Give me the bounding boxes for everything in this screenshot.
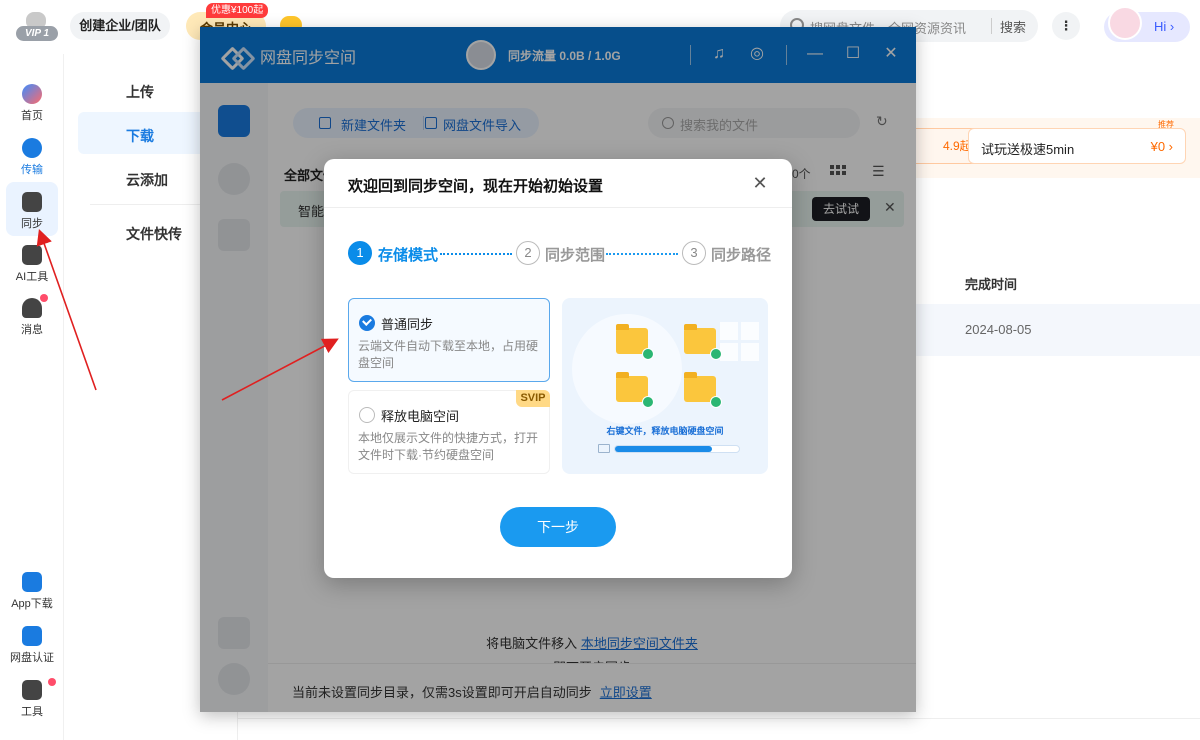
initial-setup-dialog: 欢迎回到同步空间，现在开始初始设置 ✕ 1 存储模式 2 同步范围 3 同步路径…: [324, 159, 792, 578]
radio-checked-icon[interactable]: [359, 315, 375, 331]
check-icon: [710, 396, 722, 408]
sidebar-item-home[interactable]: 首页: [0, 84, 64, 123]
step-1-number: 1: [348, 241, 372, 265]
speed-trial-price: ¥0 ›: [1150, 139, 1173, 154]
divider: [238, 718, 1200, 719]
sidebar-item-ai-tools[interactable]: AI工具: [0, 245, 64, 284]
option-title: 释放电脑空间: [381, 409, 460, 424]
close-icon[interactable]: ✕: [750, 173, 770, 194]
option-free-space[interactable]: SVIP 释放电脑空间 本地仅展示文件的快捷方式，打开文件时下载·节约硬盘空间: [348, 390, 550, 474]
verify-icon: [22, 626, 42, 646]
notification-dot: [48, 678, 56, 686]
tools-icon: [22, 680, 42, 700]
vip-badge[interactable]: VIP 1: [14, 10, 58, 42]
phone-icon: [22, 572, 42, 592]
folder-icon: [616, 324, 654, 360]
sidebar-item-verify[interactable]: 网盘认证: [0, 626, 64, 665]
notification-dot: [40, 294, 48, 302]
svip-badge: SVIP: [516, 390, 550, 407]
sidebar-item-transfer[interactable]: 传输: [0, 138, 64, 177]
step-2-number: 2: [516, 241, 540, 265]
step-3-number: 3: [682, 241, 706, 265]
sidebar-item-label: 传输: [21, 164, 43, 176]
vip-level-tag: VIP 1: [16, 26, 58, 41]
option-description: 云端文件自动下载至本地，占用硬盘空间: [358, 339, 539, 370]
folder-icon: [684, 372, 722, 408]
disk-progress-bar: [614, 445, 740, 453]
user-greeting-button[interactable]: Hi ›: [1104, 6, 1190, 42]
step-connector: [440, 253, 512, 255]
sidebar-item-label: 同步: [21, 218, 43, 230]
progress-fill: [615, 446, 712, 452]
sidebar-item-label: 消息: [21, 324, 43, 336]
table-row[interactable]: [900, 304, 1200, 356]
folder-icon: [684, 324, 722, 360]
modal-overlay-header: [200, 27, 916, 83]
option-title: 普通同步: [381, 317, 434, 332]
subnav-item-download[interactable]: 下载: [126, 126, 154, 146]
next-step-button[interactable]: 下一步: [500, 507, 616, 547]
speed-trial-title: 试玩送极速5min: [981, 142, 1075, 157]
mode-illustration: 右键文件，释放电脑硬盘空间: [562, 298, 768, 474]
sidebar-item-label: App下载: [11, 598, 53, 610]
sidebar-item-label: AI工具: [15, 271, 49, 283]
sidebar-item-label: 工具: [21, 706, 43, 718]
sidebar-item-label: 网盘认证: [10, 652, 54, 664]
disk-icon: [598, 444, 610, 453]
cloud-home-icon: [22, 84, 42, 104]
dialog-title: 欢迎回到同步空间，现在开始初始设置: [348, 178, 604, 195]
folder-icon: [616, 372, 654, 408]
table-cell-date: 2024-08-05: [965, 322, 1032, 337]
step-connector: [606, 253, 678, 255]
divider: [90, 204, 210, 205]
check-icon: [642, 348, 654, 360]
sidebar-item-tools[interactable]: 工具: [0, 680, 64, 719]
divider: [991, 18, 992, 34]
sidebar: 首页 传输 同步 AI工具 消息 App下载 网盘认证 工具: [0, 54, 64, 740]
speed-trial-card[interactable]: 试玩送极速5min ¥0 ›: [968, 128, 1186, 164]
transfer-icon: [22, 138, 42, 158]
sidebar-item-label: 首页: [21, 110, 43, 122]
sidebar-item-app-download[interactable]: App下载: [0, 572, 64, 611]
more-menu-icon[interactable]: ⋮: [1052, 12, 1080, 40]
subnav-item-quick-transfer[interactable]: 文件快传: [126, 224, 182, 244]
divider: [324, 207, 792, 208]
avatar: [1108, 6, 1142, 40]
step-2-label: 同步范围: [545, 247, 606, 264]
check-icon: [642, 396, 654, 408]
windows-logo-icon: [720, 322, 760, 362]
promo-badge: 优惠¥100起: [206, 3, 269, 18]
subnav-item-cloud-add[interactable]: 云添加: [126, 170, 168, 190]
recommend-tag: 推荐: [1158, 120, 1174, 129]
search-button[interactable]: 搜索: [1000, 17, 1026, 36]
sidebar-item-messages[interactable]: 消息: [0, 298, 64, 337]
sidebar-item-sync[interactable]: 同步: [0, 192, 64, 231]
option-normal-sync[interactable]: 普通同步 云端文件自动下载至本地，占用硬盘空间: [348, 298, 550, 382]
step-1-label: 存储模式: [378, 247, 439, 264]
option-description: 本地仅展示文件的快捷方式，打开文件时下载·节约硬盘空间: [358, 431, 539, 462]
create-team-button[interactable]: 创建企业/团队: [70, 12, 170, 40]
radio-unchecked-icon[interactable]: [359, 407, 375, 423]
check-icon: [710, 348, 722, 360]
step-3-label: 同步路径: [711, 247, 772, 264]
subnav-item-upload[interactable]: 上传: [126, 82, 154, 102]
ai-tool-icon: [22, 245, 42, 265]
column-header-finish-time: 完成时间: [965, 277, 1018, 292]
illustration-caption: 右键文件，释放电脑硬盘空间: [606, 426, 724, 436]
greeting-label: Hi ›: [1154, 19, 1175, 34]
message-icon: [22, 298, 42, 318]
sync-icon: [22, 192, 42, 212]
